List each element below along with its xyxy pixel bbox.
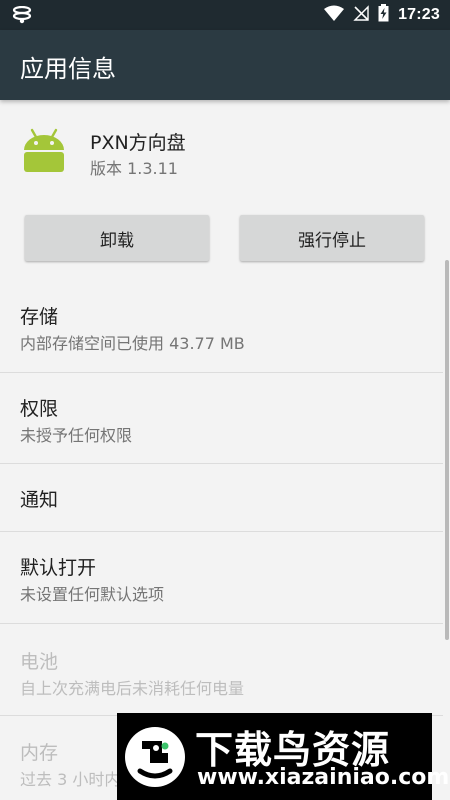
bird-logo-icon [122,719,188,799]
storage-title: 存储 [20,306,59,328]
force-stop-button[interactable]: 强行停止 [240,215,424,261]
hotspot-icon [12,5,32,28]
battery-charging-icon [378,4,389,26]
page-title: 应用信息 [20,55,116,83]
notifications-title: 通知 [20,489,59,511]
permissions-row[interactable]: 权限 未授予任何权限 [0,373,443,463]
no-signal-icon [353,5,369,25]
uninstall-button[interactable]: 卸载 [25,215,209,261]
open-by-default-title: 默认打开 [20,557,97,579]
android-robot-icon [21,128,67,178]
scrollbar[interactable] [445,260,449,640]
storage-subtitle: 内部存储空间已使用 43.77 MB [20,334,245,353]
app-bar: 应用信息 [0,30,450,100]
watermark-url: www.xiazainiao.com [197,765,450,790]
app-version: 版本 1.3.11 [90,159,178,178]
battery-title: 电池 [20,651,59,673]
battery-subtitle: 自上次充满电后未消耗任何电量 [20,679,245,698]
permissions-title: 权限 [20,398,59,420]
watermark: 下载鸟资源 www.xiazainiao.com [117,713,449,800]
notifications-row[interactable]: 通知 [0,464,443,531]
memory-title: 内存 [20,742,59,764]
storage-row[interactable]: 存储 内部存储空间已使用 43.77 MB [0,280,443,372]
status-time: 17:23 [398,6,440,23]
memory-subtitle: 过去 3 小时内 [20,770,121,789]
status-bar: 17:23 [0,0,450,30]
battery-row: 电池 自上次充满电后未消耗任何电量 [0,624,443,715]
app-name: PXN方向盘 [90,132,186,154]
open-by-default-subtitle: 未设置任何默认选项 [20,585,165,604]
open-by-default-row[interactable]: 默认打开 未设置任何默认选项 [0,532,443,623]
wifi-icon [324,5,345,25]
permissions-subtitle: 未授予任何权限 [20,426,133,445]
